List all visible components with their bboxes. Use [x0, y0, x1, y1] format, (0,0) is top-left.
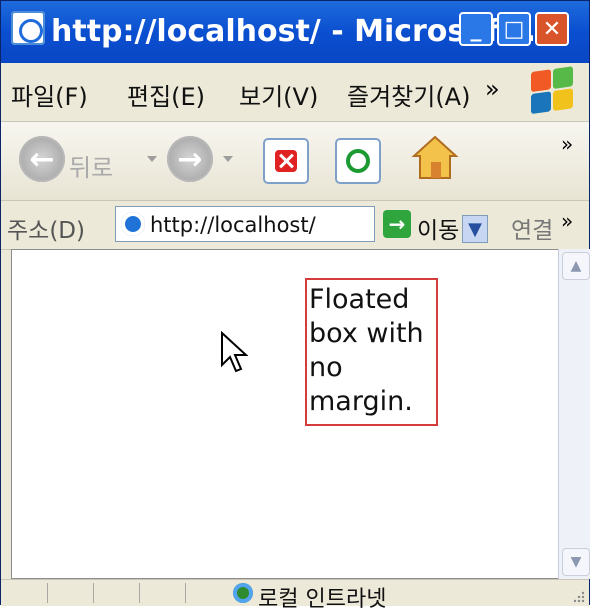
local-intranet-icon — [233, 583, 253, 603]
back-button[interactable]: ← — [19, 136, 65, 182]
back-arrow-icon: ← — [29, 141, 55, 177]
forward-dropdown-icon[interactable] — [223, 156, 233, 162]
go-label[interactable]: 이동 — [417, 211, 459, 245]
minimize-button[interactable]: _ — [459, 12, 493, 46]
address-input[interactable]: http://localhost/ ▼ — [115, 206, 488, 243]
scroll-up-icon[interactable]: ▲ — [562, 252, 590, 280]
ie-icon — [11, 11, 45, 45]
stop-button[interactable] — [263, 138, 309, 184]
menu-view[interactable]: 보기(V) — [239, 77, 318, 112]
links-label[interactable]: 연결 — [511, 211, 553, 245]
floated-box-text: Floated box with no margin. — [309, 284, 424, 417]
go-button[interactable]: → — [383, 210, 411, 238]
mouse-pointer-icon — [221, 331, 248, 373]
close-icon: ✕ — [542, 16, 562, 42]
windows-flag-icon — [531, 66, 575, 116]
menu-bar: 파일(F) 편집(E) 보기(V) 즐겨찾기(A) » — [1, 63, 589, 122]
status-divider — [185, 583, 186, 603]
address-bar: 주소(D) http://localhost/ ▼ → 이동 연결 » — [1, 201, 589, 250]
menu-edit[interactable]: 편집(E) — [127, 77, 205, 112]
addressbar-more[interactable]: » — [561, 209, 573, 233]
title-bar[interactable]: http://localhost/ - Microsoft... _ □ ✕ — [1, 1, 589, 63]
page-content[interactable] — [11, 249, 569, 579]
menu-favorites[interactable]: 즐겨찾기(A) — [347, 77, 470, 112]
forward-arrow-icon: → — [177, 141, 203, 177]
status-divider — [47, 583, 48, 603]
back-dropdown-icon[interactable] — [147, 156, 157, 162]
refresh-icon — [346, 149, 370, 173]
menu-more[interactable]: » — [485, 75, 500, 103]
go-arrow-icon: → — [388, 212, 406, 236]
home-icon[interactable] — [411, 134, 459, 182]
forward-button[interactable]: → — [167, 136, 213, 182]
menu-file[interactable]: 파일(F) — [11, 77, 88, 112]
address-dropdown-button[interactable]: ▼ — [462, 215, 488, 243]
status-divider — [139, 583, 140, 603]
status-bar: 로컬 인트라넷 — [1, 579, 589, 612]
toolbar: ← 뒤로 → » — [1, 122, 589, 201]
stop-icon — [275, 150, 297, 172]
vertical-scrollbar[interactable]: ▲ ▼ — [558, 249, 590, 579]
zone-label: 로컬 인트라넷 — [258, 587, 387, 612]
scroll-down-icon[interactable]: ▼ — [562, 548, 590, 576]
refresh-button[interactable] — [335, 138, 381, 184]
browser-window: http://localhost/ - Microsoft... _ □ ✕ 파… — [0, 0, 590, 612]
minimize-icon: _ — [470, 16, 482, 42]
toolbar-more[interactable]: » — [561, 132, 573, 156]
address-label: 주소(D) — [7, 218, 85, 244]
address-value: http://localhost/ — [150, 213, 316, 237]
maximize-button[interactable]: □ — [497, 12, 531, 46]
resize-grip-icon[interactable] — [569, 587, 585, 603]
floated-box: Floated box with no margin. — [305, 278, 438, 426]
status-divider — [93, 583, 94, 603]
page-icon — [121, 212, 145, 236]
close-button[interactable]: ✕ — [535, 12, 569, 46]
maximize-icon: □ — [503, 16, 525, 42]
back-label[interactable]: 뒤로 — [69, 148, 113, 183]
